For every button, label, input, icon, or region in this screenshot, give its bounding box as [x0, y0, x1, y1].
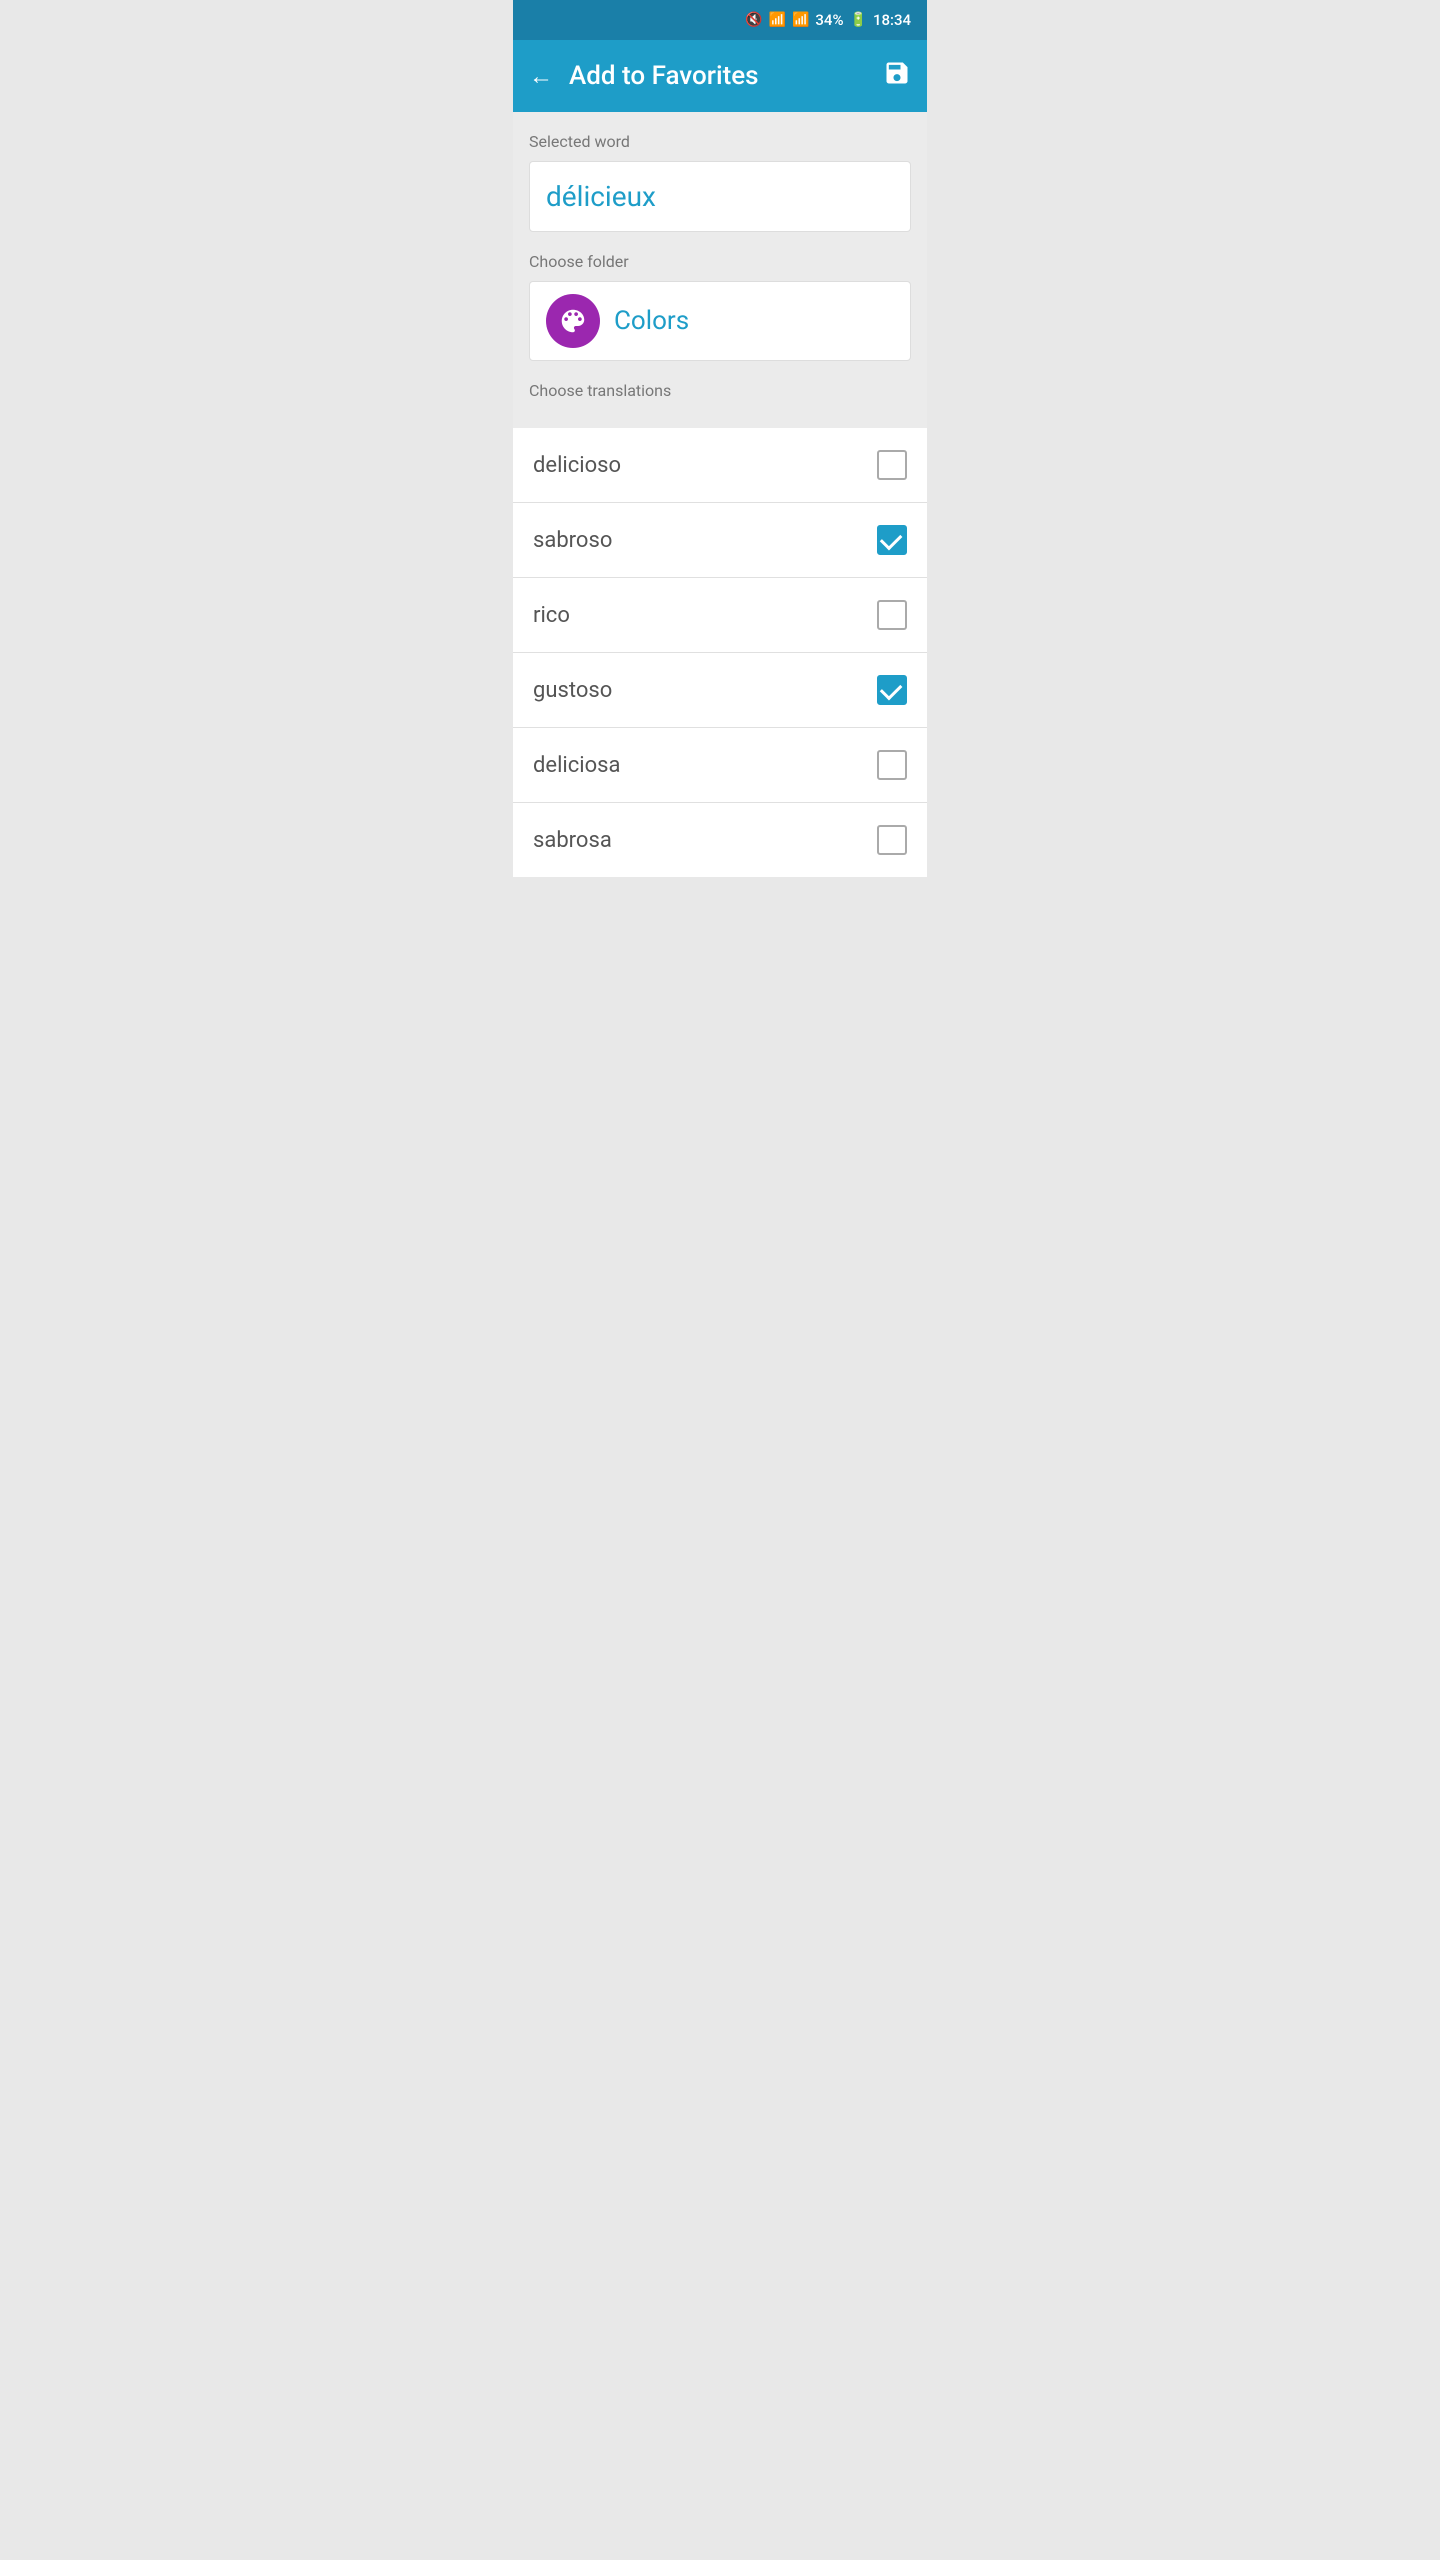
- translation-checkbox[interactable]: [877, 450, 907, 480]
- folder-icon-circle: [546, 294, 600, 348]
- translation-item[interactable]: sabrosa: [513, 803, 927, 877]
- folder-name-text: Colors: [614, 306, 689, 336]
- translation-word: rico: [533, 603, 570, 628]
- app-bar-left: ← Add to Favorites: [529, 61, 759, 91]
- translation-word: sabroso: [533, 528, 612, 553]
- signal-icon: 📶: [792, 12, 809, 28]
- choose-folder-label: Choose folder: [529, 252, 911, 271]
- translation-checkbox[interactable]: [877, 825, 907, 855]
- choose-translations-label: Choose translations: [529, 381, 911, 412]
- translation-word: deliciosa: [533, 753, 621, 778]
- translation-word: delicioso: [533, 453, 621, 478]
- translation-checkbox[interactable]: [877, 675, 907, 705]
- translation-checkbox[interactable]: [877, 600, 907, 630]
- time-text: 18:34: [873, 11, 911, 29]
- translation-checkbox[interactable]: [877, 750, 907, 780]
- status-icons: 🔇 📶 📶 34% 🔋 18:34: [745, 11, 911, 29]
- form-content: Selected word délicieux Choose folder Co…: [513, 112, 927, 428]
- save-button[interactable]: [883, 59, 911, 94]
- translation-word: sabrosa: [533, 828, 612, 853]
- folder-selector[interactable]: Colors: [529, 281, 911, 361]
- selected-word-field: délicieux: [529, 161, 911, 232]
- battery-text: 34%: [815, 11, 843, 29]
- app-bar: ← Add to Favorites: [513, 40, 927, 112]
- translation-item[interactable]: rico: [513, 578, 927, 653]
- translation-item[interactable]: delicioso: [513, 428, 927, 503]
- back-button[interactable]: ←: [529, 62, 553, 91]
- selected-word-label: Selected word: [529, 132, 911, 151]
- mute-icon: 🔇: [745, 12, 762, 28]
- status-bar: 🔇 📶 📶 34% 🔋 18:34: [513, 0, 927, 40]
- translation-item[interactable]: sabroso: [513, 503, 927, 578]
- battery-icon: 🔋: [850, 12, 867, 28]
- page-title: Add to Favorites: [569, 61, 759, 91]
- selected-word-value: délicieux: [546, 180, 656, 213]
- translation-word: gustoso: [533, 678, 612, 703]
- translations-list: delicioso sabroso rico gustoso deliciosa sabr…: [513, 428, 927, 877]
- wifi-icon: 📶: [769, 12, 786, 28]
- translation-item[interactable]: gustoso: [513, 653, 927, 728]
- translation-item[interactable]: deliciosa: [513, 728, 927, 803]
- translation-checkbox[interactable]: [877, 525, 907, 555]
- palette-icon: [558, 306, 588, 336]
